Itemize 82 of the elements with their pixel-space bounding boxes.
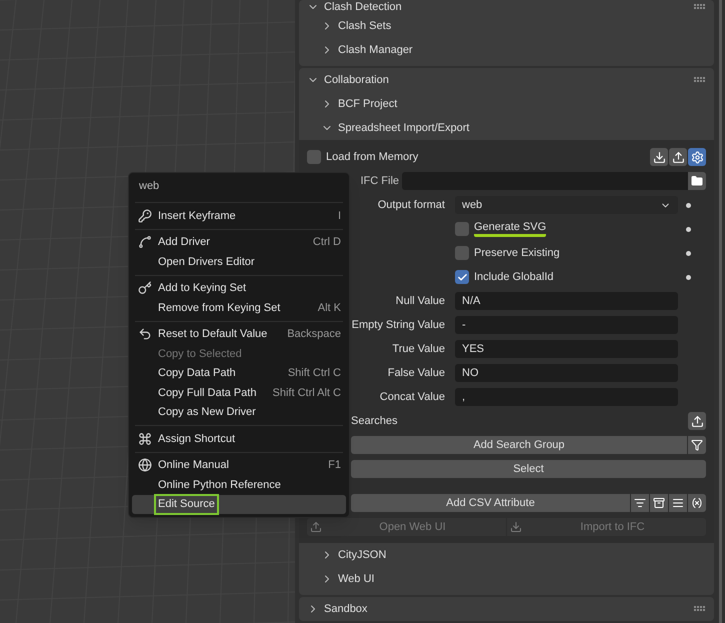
text-field[interactable]: YES xyxy=(455,340,678,358)
upload-button[interactable] xyxy=(688,412,706,430)
globe-icon xyxy=(138,458,152,472)
folder-icon xyxy=(691,175,703,187)
menu-item[interactable]: Remove from Keying Set Alt K xyxy=(132,298,346,318)
menu-item[interactable]: Copy as New Driver xyxy=(132,402,346,422)
subpanel-header[interactable]: Clash Manager xyxy=(338,42,413,58)
upload-icon xyxy=(310,521,322,533)
check-icon xyxy=(456,272,468,282)
field-label: IFC File xyxy=(360,174,399,189)
option-label: Include GlobalId xyxy=(474,270,554,285)
field-label: Concat Value xyxy=(380,390,445,405)
upload-icon xyxy=(690,414,704,428)
select-button[interactable]: Select xyxy=(351,460,706,478)
file-path-field[interactable] xyxy=(402,172,688,190)
field-label: Null Value xyxy=(396,294,445,309)
menu-item[interactable]: Add Driver Ctrl D xyxy=(132,232,346,252)
subpanel-header[interactable]: Spreadsheet Import/Export xyxy=(338,120,470,136)
menu-item[interactable]: Reset to Default Value Backspace xyxy=(132,324,346,344)
upload-button[interactable] xyxy=(669,148,687,166)
menu-item[interactable]: Copy Data Path Shift Ctrl C xyxy=(132,364,346,383)
variable-icon xyxy=(691,497,703,509)
option-label: Preserve Existing xyxy=(474,246,560,261)
text-field[interactable]: - xyxy=(455,316,678,334)
key-icon xyxy=(138,208,152,223)
command-key-icon xyxy=(138,432,152,446)
option-label: Generate SVG xyxy=(474,221,546,237)
download-icon xyxy=(652,150,666,164)
menu-item[interactable]: Online Python Reference xyxy=(132,475,346,494)
menu-item[interactable]: Add to Keying Set xyxy=(132,278,346,298)
subpanel-header[interactable]: Web UI xyxy=(338,570,374,588)
add-csv-attribute-button[interactable]: Add CSV Attribute xyxy=(351,494,630,512)
menu-item[interactable]: Insert Keyframe I xyxy=(132,206,346,226)
list-icon xyxy=(672,497,684,509)
download-button[interactable] xyxy=(650,148,668,166)
undo-icon xyxy=(138,327,152,342)
add-search-group-button[interactable]: Add Search Group xyxy=(351,436,687,454)
output-format-dropdown[interactable]: web xyxy=(455,196,678,214)
field-label: Output format xyxy=(378,198,445,213)
filter-icon xyxy=(691,439,703,451)
text-field[interactable]: N/A xyxy=(455,292,678,310)
menu-item[interactable]: Assign Shortcut xyxy=(132,429,346,448)
list-button[interactable] xyxy=(669,494,687,512)
field-label: True Value xyxy=(392,342,445,357)
section-label: Searches xyxy=(351,414,398,429)
subpanel-header[interactable]: CityJSON xyxy=(338,546,386,564)
filter-button[interactable] xyxy=(688,436,706,454)
text-field[interactable]: NO xyxy=(455,364,678,382)
section-header[interactable]: Clash Detection xyxy=(324,0,402,16)
folder-button[interactable] xyxy=(688,172,706,190)
menu-title: web xyxy=(139,178,160,194)
field-label: False Value xyxy=(388,366,445,381)
curve-icon xyxy=(138,235,152,250)
menu-item[interactable]: Online Manual F1 xyxy=(132,456,346,475)
text-field[interactable]: , xyxy=(455,388,678,406)
grip-icon[interactable] xyxy=(694,4,706,10)
grip-icon[interactable] xyxy=(694,77,706,83)
checkbox[interactable] xyxy=(307,150,321,164)
checkbox[interactable] xyxy=(455,246,469,260)
settings-button[interactable] xyxy=(688,148,706,166)
box-icon xyxy=(653,497,665,509)
archive-button[interactable] xyxy=(650,494,668,512)
menu-item[interactable]: Open Drivers Editor xyxy=(132,252,346,272)
upload-icon xyxy=(672,150,684,164)
sort-button[interactable] xyxy=(631,494,649,512)
grip-icon[interactable] xyxy=(694,606,706,612)
checkbox[interactable] xyxy=(455,270,469,284)
subpanel-header[interactable]: Clash Sets xyxy=(338,18,392,34)
section-header[interactable]: Sandbox xyxy=(324,600,368,618)
menu-item[interactable]: Copy Full Data Path Shift Ctrl Alt C xyxy=(132,383,346,402)
gear-icon xyxy=(690,150,704,164)
variable-button[interactable] xyxy=(688,494,706,512)
menu-item[interactable]: Edit Source xyxy=(132,494,346,514)
checkbox[interactable] xyxy=(455,222,469,236)
option-label: Load from Memory xyxy=(326,150,418,165)
download-icon xyxy=(510,521,522,533)
section-header[interactable]: Collaboration xyxy=(324,72,389,88)
subpanel-header[interactable]: BCF Project xyxy=(338,96,398,112)
field-label: Empty String Value xyxy=(352,318,445,333)
lines-icon xyxy=(634,497,646,509)
scrollbar[interactable] xyxy=(719,0,722,623)
key-icon xyxy=(138,281,152,296)
